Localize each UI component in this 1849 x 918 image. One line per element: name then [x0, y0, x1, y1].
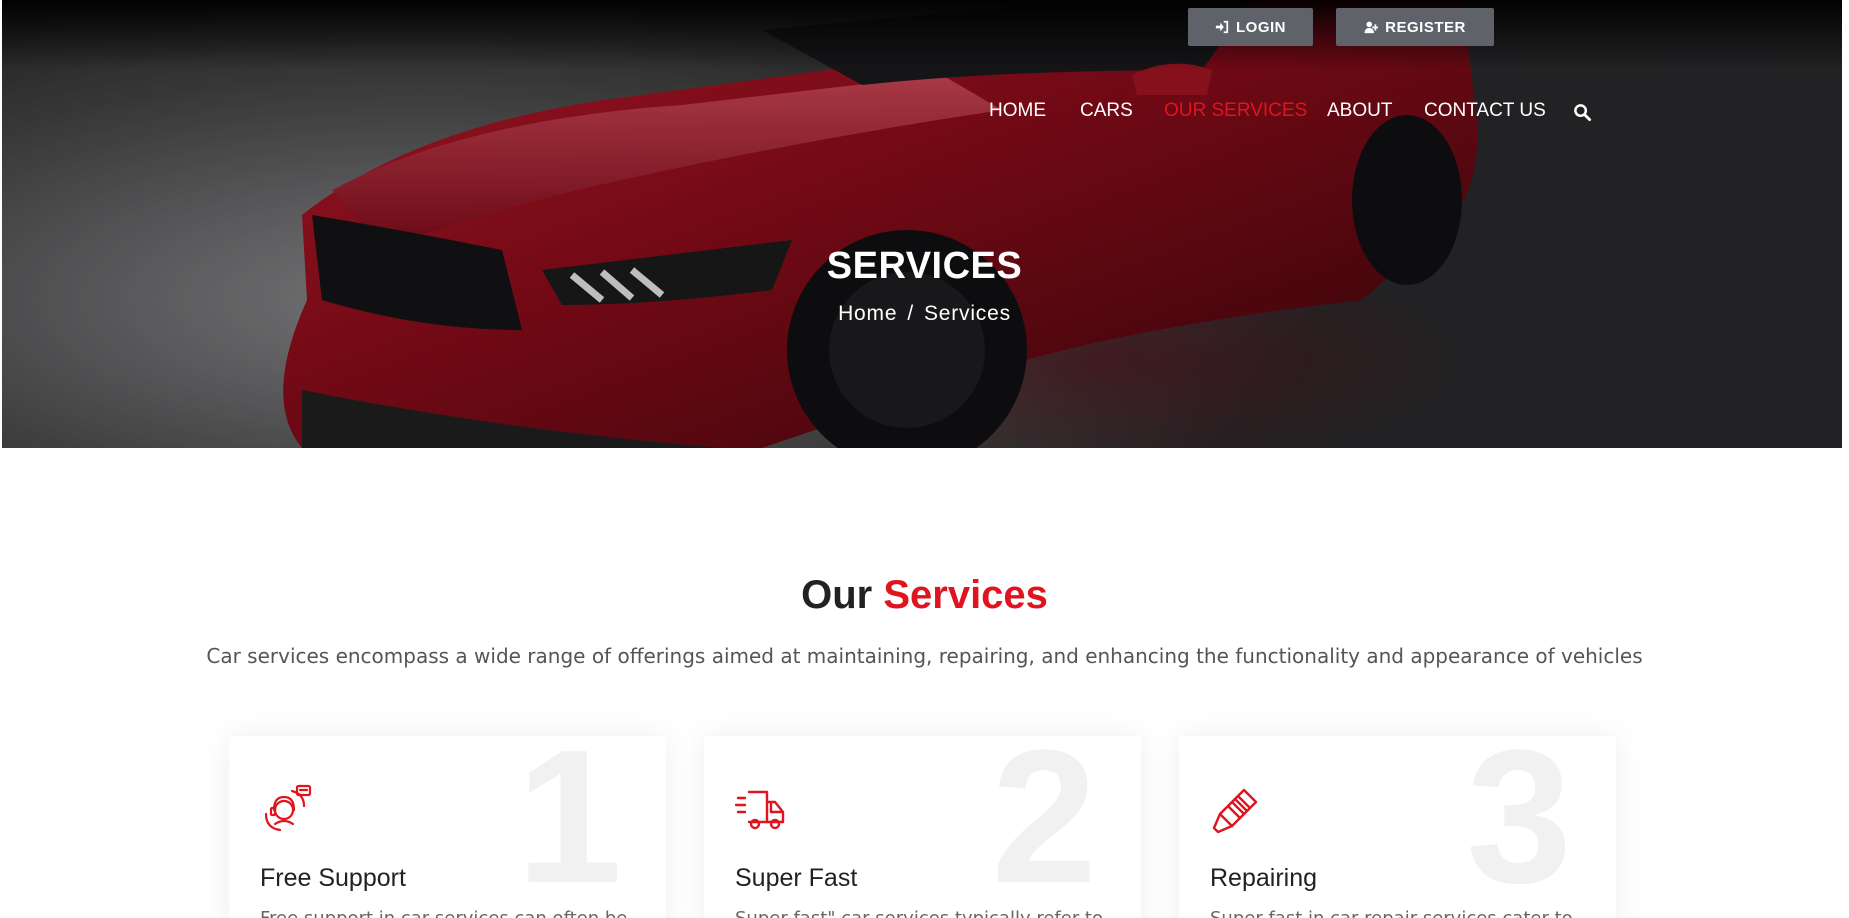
- service-card[interactable]: 2 Super Fast Super fast" car services ty…: [704, 736, 1141, 918]
- services-heading-plain: Our: [801, 573, 873, 617]
- card-text: Super fast" car services typically refer…: [735, 908, 1115, 918]
- hero-top-shade: [2, 0, 1842, 70]
- breadcrumb-current: Services: [923, 302, 1011, 325]
- card-title: Repairing: [1210, 864, 1318, 892]
- hero-banner: [2, 0, 1842, 448]
- card-number: 2: [991, 736, 1097, 918]
- service-card[interactable]: 1 Free Support Free support in car servi…: [229, 736, 666, 918]
- sign-in-icon: [1215, 20, 1229, 34]
- login-button[interactable]: LOGIN: [1188, 8, 1313, 46]
- nav-item-cars[interactable]: CARS: [1080, 100, 1133, 122]
- card-text: Free support in car services can often b…: [260, 908, 640, 918]
- services-heading: Our Services: [0, 573, 1849, 618]
- page-title: SERVICES: [826, 245, 1023, 287]
- spark-plug-icon: [1212, 788, 1258, 834]
- nav-item-home[interactable]: HOME: [989, 100, 1046, 122]
- login-label: LOGIN: [1236, 18, 1286, 36]
- search-icon[interactable]: [1573, 103, 1592, 122]
- card-number: 3: [1466, 736, 1572, 918]
- breadcrumb-home-link[interactable]: Home: [838, 302, 897, 325]
- nav-item-contact-us[interactable]: CONTACT US: [1424, 100, 1546, 122]
- card-title: Free Support: [260, 864, 406, 892]
- support-agent-icon: [264, 784, 312, 832]
- register-label: REGISTER: [1385, 18, 1466, 36]
- user-plus-icon: [1364, 21, 1379, 34]
- card-number: 1: [516, 736, 622, 918]
- delivery-truck-icon: [735, 790, 785, 830]
- breadcrumb-separator: /: [907, 302, 914, 325]
- nav-item-about[interactable]: ABOUT: [1327, 100, 1392, 122]
- register-button[interactable]: REGISTER: [1336, 8, 1494, 46]
- services-description: Car services encompass a wide range of o…: [206, 644, 1643, 668]
- service-card[interactable]: 3 Repairing Super fast in car repair ser…: [1179, 736, 1616, 918]
- nav-item-our-services[interactable]: OUR SERVICES: [1164, 100, 1307, 122]
- card-text: Super fast in car repair services cater …: [1210, 908, 1590, 918]
- breadcrumb: Home / Services: [0, 302, 1849, 326]
- card-title: Super Fast: [735, 864, 858, 892]
- services-heading-accent: Services: [883, 573, 1048, 617]
